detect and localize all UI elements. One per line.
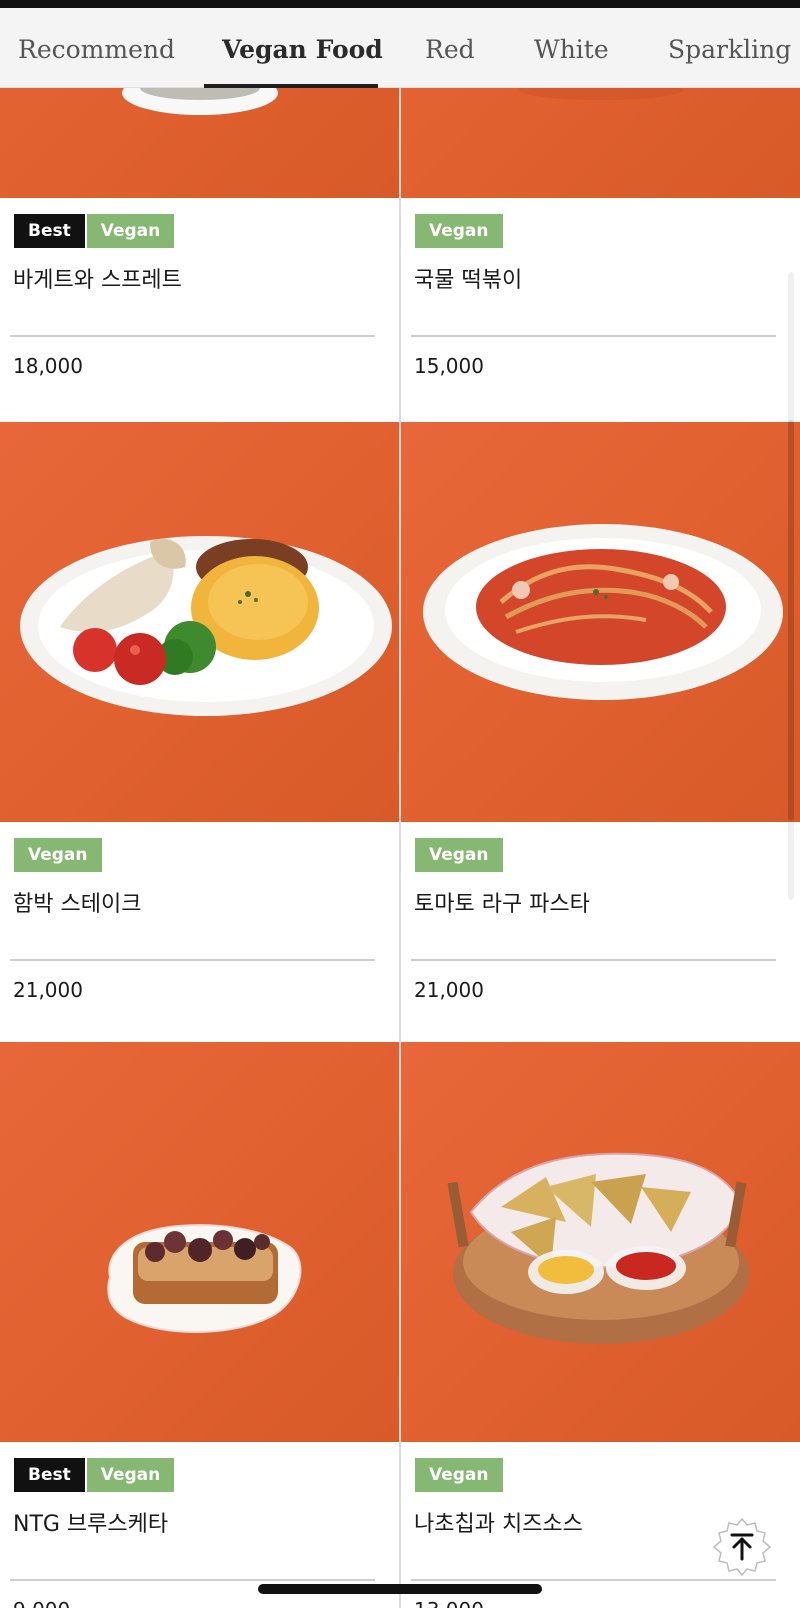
dish-illustration [20,536,392,716]
menu-card-info: Vegan 토마토 라구 파스타 21,000 [401,822,800,1042]
dish-price: 9,000 [13,1598,70,1608]
dish-price: 13,000 [414,1598,484,1608]
badge-row: Vegan [415,838,503,872]
scrollbar-thumb[interactable] [788,420,794,820]
home-indicator [258,1584,542,1594]
dish-price: 18,000 [13,354,83,378]
tab-recommend[interactable]: Recommend [18,8,175,88]
dish-photo-bruschetta [0,1042,399,1442]
dish-price: 21,000 [13,978,83,1002]
menu-grid: Best Vegan 바게트와 스프레트 18,000 Vegan 국물 떡볶이 [0,0,800,1608]
vegan-badge: Vegan [415,1458,503,1492]
divider [411,959,776,961]
tab-red[interactable]: Red [425,8,475,88]
vegan-badge: Vegan [86,1458,175,1492]
divider [411,1579,776,1581]
menu-page: Recommend Vegan Food Red White Sparkling… [0,0,800,1608]
tab-vegan-food[interactable]: Vegan Food [204,8,383,88]
dish-name: 국물 떡볶이 [414,268,523,293]
vegan-badge: Vegan [86,214,175,248]
menu-card-info: Vegan 국물 떡볶이 15,000 [401,198,800,418]
best-badge: Best [14,1458,85,1492]
tab-sparkling[interactable]: Sparkling [668,8,791,88]
dish-photo-nachos [401,1042,800,1442]
dish-illustration [423,524,783,700]
best-badge: Best [14,214,85,248]
category-tabbar: Recommend Vegan Food Red White Sparkling [0,8,800,88]
menu-card[interactable]: Vegan 토마토 라구 파스타 21,000 [401,422,800,1042]
vegan-badge: Vegan [14,838,102,872]
dish-photo-hamburg-steak [0,422,399,822]
divider [10,959,375,961]
dish-price: 21,000 [414,978,484,1002]
menu-card-info: Vegan 함박 스테이크 21,000 [0,822,399,1042]
dish-name: 함박 스테이크 [13,892,142,917]
column-divider [399,88,401,1608]
divider [10,335,375,337]
arrow-up-to-top-icon [712,1517,772,1577]
dish-illustration [447,1152,749,1344]
dish-price: 15,000 [414,354,484,378]
divider [411,335,776,337]
badge-row: Vegan [14,838,102,872]
badge-row: Best Vegan [14,1458,175,1492]
menu-card-info: Best Vegan 바게트와 스프레트 18,000 [0,198,399,418]
menu-card[interactable]: Vegan 함박 스테이크 21,000 [0,422,399,1042]
menu-card[interactable]: Best Vegan NTG 브루스케타 9,000 [0,1042,399,1608]
status-bar-strip [0,0,800,8]
vegan-badge: Vegan [415,214,503,248]
dish-illustration [107,1224,302,1333]
badge-row: Vegan [415,214,503,248]
dish-name: 토마토 라구 파스타 [414,892,590,917]
scroll-to-top-button[interactable] [712,1517,772,1577]
divider [10,1579,375,1581]
badge-row: Best Vegan [14,214,175,248]
dish-name: NTG 브루스케타 [13,1512,169,1537]
tab-white[interactable]: White [534,8,609,88]
dish-name: 나초칩과 치즈소스 [414,1512,583,1537]
badge-row: Vegan [415,1458,503,1492]
dish-name: 바게트와 스프레트 [13,268,182,293]
dish-photo-tomato-ragu-pasta [401,422,800,822]
vegan-badge: Vegan [415,838,503,872]
